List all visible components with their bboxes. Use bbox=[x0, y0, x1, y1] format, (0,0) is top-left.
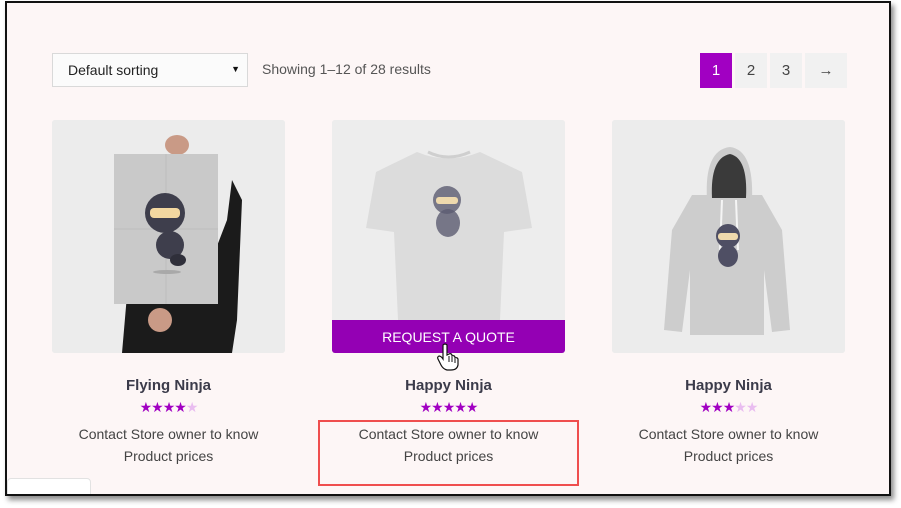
hand-pointer-cursor-icon bbox=[437, 343, 459, 371]
star-rating: ★★★★★ bbox=[332, 400, 565, 414]
hoodie-ninja-image bbox=[612, 120, 845, 353]
star-empty-icon: ★ bbox=[745, 399, 759, 415]
product-title[interactable]: Happy Ninja bbox=[332, 377, 565, 394]
product-title[interactable]: Happy Ninja bbox=[612, 377, 845, 394]
page-1[interactable]: 1 bbox=[700, 53, 732, 88]
star-filled-icon: ★ bbox=[162, 399, 176, 415]
product-image-poster[interactable] bbox=[52, 120, 285, 353]
star-filled-icon: ★ bbox=[139, 399, 153, 415]
page-2[interactable]: 2 bbox=[735, 53, 767, 88]
tshirt-ninja-image bbox=[332, 120, 565, 353]
price-notice: Contact Store owner to know Product pric… bbox=[638, 426, 819, 464]
star-filled-icon: ★ bbox=[419, 399, 433, 415]
star-filled-icon: ★ bbox=[151, 399, 164, 415]
dropdown-caret-icon: ▼ bbox=[231, 64, 240, 74]
annotation-highlight-box bbox=[318, 420, 579, 486]
result-count: Showing 1–12 of 28 results bbox=[262, 61, 431, 77]
product-card: REQUEST A QUOTE Happy Ninja ★★★★★ Contac… bbox=[332, 120, 565, 467]
shop-toolbar: Default sorting ▼ Showing 1–12 of 28 res… bbox=[52, 51, 847, 91]
star-filled-icon: ★ bbox=[431, 399, 444, 415]
star-filled-icon: ★ bbox=[174, 399, 187, 415]
star-filled-icon: ★ bbox=[454, 399, 467, 415]
product-title[interactable]: Flying Ninja bbox=[52, 377, 285, 394]
pagination: 1 2 3 → bbox=[700, 53, 847, 88]
next-page-button[interactable]: → bbox=[805, 53, 847, 88]
star-rating: ★★★★★ bbox=[612, 400, 845, 414]
product-image-hoodie[interactable] bbox=[612, 120, 845, 353]
product-image-tshirt[interactable]: REQUEST A QUOTE bbox=[332, 120, 565, 353]
product-card: Flying Ninja ★★★★★ Contact Store owner t… bbox=[52, 120, 285, 467]
star-filled-icon: ★ bbox=[711, 399, 724, 415]
star-filled-icon: ★ bbox=[465, 399, 479, 415]
star-rating: ★★★★★ bbox=[52, 400, 285, 414]
page-3[interactable]: 3 bbox=[770, 53, 802, 88]
sort-selected-value: Default sorting bbox=[68, 62, 159, 78]
star-filled-icon: ★ bbox=[699, 399, 713, 415]
star-empty-icon: ★ bbox=[185, 399, 199, 415]
star-empty-icon: ★ bbox=[734, 399, 747, 415]
sort-select[interactable]: Default sorting ▼ bbox=[52, 53, 248, 87]
star-filled-icon: ★ bbox=[722, 399, 736, 415]
shop-page: Default sorting ▼ Showing 1–12 of 28 res… bbox=[5, 1, 891, 496]
product-card: Happy Ninja ★★★★★ Contact Store owner to… bbox=[612, 120, 845, 467]
star-filled-icon: ★ bbox=[442, 399, 456, 415]
price-notice: Contact Store owner to know Product pric… bbox=[78, 426, 259, 464]
poster-ninja-image bbox=[52, 120, 285, 353]
bottom-panel-tab[interactable] bbox=[7, 478, 91, 494]
